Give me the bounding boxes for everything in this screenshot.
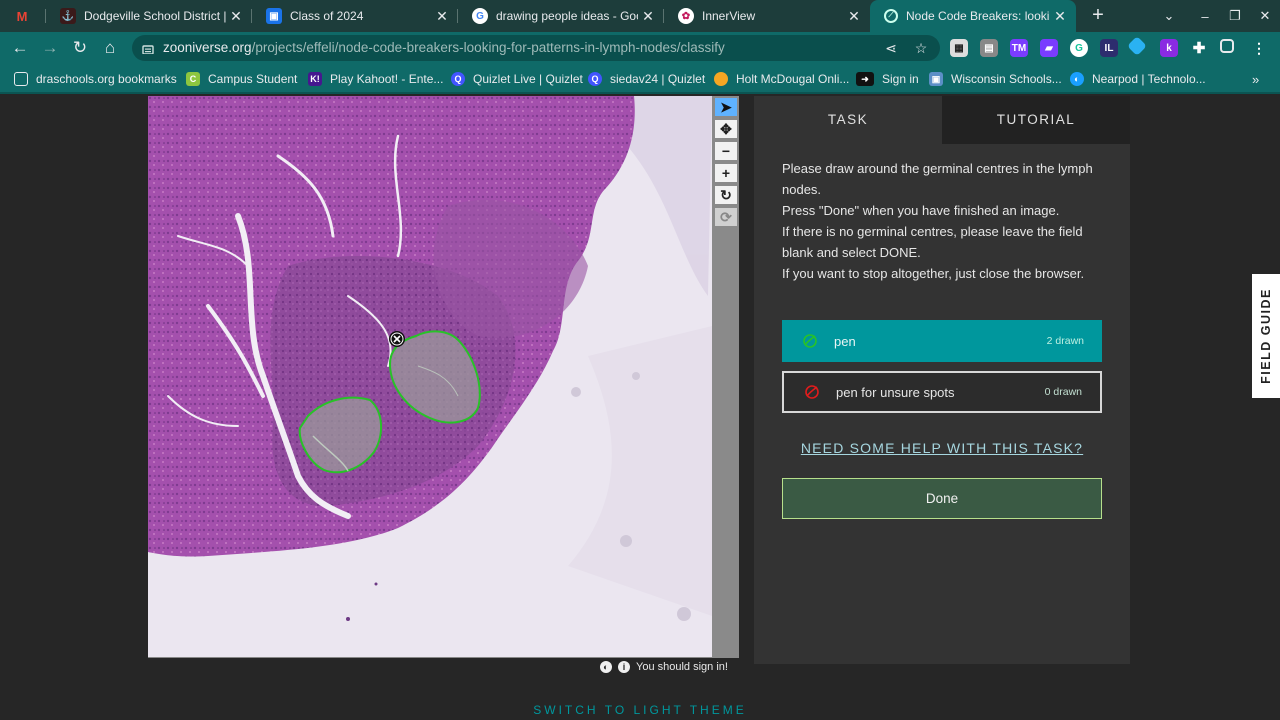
switch-theme-link[interactable]: SWITCH TO LIGHT THEME [0, 703, 1280, 717]
kahoot-icon: K! [308, 72, 322, 86]
field-guide-tab[interactable]: FIELD GUIDE [1252, 274, 1280, 398]
bookmarks-bar: draschools.org bookmarks C Campus Studen… [0, 64, 1280, 94]
subject-image-viewer[interactable] [148, 96, 712, 658]
move-tool-icon[interactable]: ✥ [715, 120, 737, 138]
maximize-icon[interactable]: ❐ [1220, 0, 1250, 32]
extensions-puzzle-icon[interactable]: ✚ [1190, 39, 1208, 57]
side-panel-icon[interactable] [1220, 39, 1234, 53]
extension-il-icon[interactable]: IL [1100, 39, 1118, 57]
nearpod-icon: ◐ [1070, 72, 1084, 86]
pen-unsure-tool-button[interactable]: pen for unsure spots 0 drawn [782, 371, 1102, 413]
bookmark-holt-mcdougal[interactable]: Holt McDougal Onli... [714, 71, 849, 87]
tab-innerview[interactable]: ✿ InnerView ✕ [664, 0, 870, 32]
zoom-in-icon[interactable]: + [715, 164, 737, 182]
new-tab-button[interactable]: + [1086, 4, 1110, 28]
tab-gmail[interactable]: M [0, 0, 46, 32]
theme-contrast-icon[interactable]: ◐ [600, 661, 612, 673]
url-text[interactable]: zooniverse.org/projects/effeli/node-code… [163, 40, 725, 55]
browser-toolbar: ← → ↻ ⌂ zooniverse.org/projects/effeli/n… [0, 32, 1280, 64]
zoom-out-icon[interactable]: − [715, 142, 737, 160]
delete-annotation-button[interactable] [389, 331, 405, 347]
info-icon[interactable]: i [618, 661, 630, 673]
tab-task[interactable]: TASK [754, 96, 942, 144]
rotate-icon[interactable]: ↻ [715, 186, 737, 204]
tab-node-code-breakers[interactable]: ⟋ Node Code Breakers: looking ✕ [870, 0, 1076, 32]
bookmark-quizlet-live[interactable]: Q Quizlet Live | Quizlet [451, 71, 583, 87]
lock-icon [142, 45, 154, 54]
quizlet-icon: Q [451, 72, 465, 86]
close-tab-icon[interactable]: ✕ [638, 8, 658, 25]
germinal-centre-outline-1[interactable] [388, 330, 481, 424]
close-window-icon[interactable]: ✕ [1250, 0, 1280, 32]
tab-class-of-2024[interactable]: ▣ Class of 2024 ✕ [252, 0, 458, 32]
gmail-icon: M [16, 8, 28, 24]
tab-dodgeville[interactable]: ⚓ Dodgeville School District | D ✕ [46, 0, 252, 32]
tab-search-icon[interactable]: ⌄ [1154, 0, 1184, 32]
bookmark-wisconsin-schools[interactable]: ▣ Wisconsin Schools... [929, 71, 1062, 87]
close-tab-icon[interactable]: ✕ [432, 8, 452, 25]
reset-view-icon[interactable]: ⟳ [715, 208, 737, 226]
signin-notice: ◐ i You should sign in! [600, 661, 728, 673]
signin-icon: ➜ [856, 72, 874, 86]
help-link[interactable]: NEED SOME HELP WITH THIS TASK? [782, 440, 1102, 456]
classroom-icon: ▣ [266, 8, 282, 24]
bookmark-sign-in[interactable]: ➜ Sign in [856, 71, 919, 87]
innerview-icon: ✿ [678, 8, 694, 24]
menu-icon[interactable]: ⋮ [1250, 39, 1268, 57]
zooniverse-icon: ⟋ [884, 9, 898, 23]
google-icon: G [472, 8, 488, 24]
district-icon: ⚓ [60, 8, 76, 24]
home-icon[interactable]: ⌂ [98, 36, 122, 60]
extension-bookmark-icon[interactable]: ▰ [1040, 39, 1058, 57]
close-tab-icon[interactable]: ✕ [844, 8, 864, 25]
wisconsin-icon: ▣ [929, 72, 943, 86]
annotation-layer[interactable] [148, 96, 712, 658]
minimize-icon[interactable]: – [1190, 0, 1220, 32]
extension-tm-icon[interactable]: TM [1010, 39, 1028, 57]
kami-icon[interactable]: k [1160, 39, 1178, 57]
viewer-controls: ➤ ✥ − + ↻ ⟳ [712, 96, 739, 658]
bookmark-siedav24[interactable]: Q siedav24 | Quizlet [588, 71, 705, 87]
close-tab-icon[interactable]: ✕ [226, 8, 246, 25]
extension-qr-icon[interactable]: ▦ [950, 39, 968, 57]
bookmark-star-icon[interactable]: ☆ [912, 39, 930, 57]
task-panel: TASK TUTORIAL Please draw around the ger… [754, 96, 1130, 664]
tab-strip: M ⚓ Dodgeville School District | D ✕ ▣ C… [0, 0, 1280, 32]
classify-page: ➤ ✥ − + ↻ ⟳ ◐ i You should sign in! TASK… [0, 96, 1280, 720]
pen-unsure-tool-icon [805, 385, 819, 399]
back-icon[interactable]: ← [8, 36, 32, 60]
reload-icon[interactable]: ↻ [68, 36, 92, 60]
tab-drawing-people[interactable]: G drawing people ideas - Googl ✕ [458, 0, 664, 32]
forward-icon[interactable]: → [38, 36, 62, 60]
pointer-tool-icon[interactable]: ➤ [715, 98, 737, 116]
bookmark-draschools[interactable]: draschools.org bookmarks [14, 71, 177, 87]
share-icon[interactable]: ⋖ [882, 39, 900, 57]
bookmark-kahoot[interactable]: K! Play Kahoot! - Ente... [308, 71, 443, 87]
quizlet-icon: Q [588, 72, 602, 86]
pen-tool-button[interactable]: pen 2 drawn [782, 320, 1102, 362]
bookmark-campus-student[interactable]: C Campus Student [186, 71, 297, 87]
address-bar[interactable]: zooniverse.org/projects/effeli/node-code… [132, 35, 940, 61]
done-button[interactable]: Done [782, 478, 1102, 519]
extension-copy-icon[interactable]: ▤ [980, 39, 998, 57]
more-bookmarks-icon[interactable]: » [1252, 71, 1259, 87]
close-tab-icon[interactable]: ✕ [1050, 8, 1070, 25]
pen-tool-icon [803, 334, 817, 348]
folder-icon [14, 72, 28, 86]
bookmark-nearpod[interactable]: ◐ Nearpod | Technolo... [1070, 71, 1206, 87]
holt-icon [714, 72, 728, 86]
task-tabs: TASK TUTORIAL [754, 96, 1130, 144]
grammarly-icon[interactable]: G [1070, 39, 1088, 57]
germinal-centre-outline-2[interactable] [298, 396, 382, 474]
task-instructions: Please draw around the germinal centres … [782, 161, 1093, 281]
tab-tutorial[interactable]: TUTORIAL [942, 96, 1130, 144]
campus-icon: C [186, 72, 200, 86]
